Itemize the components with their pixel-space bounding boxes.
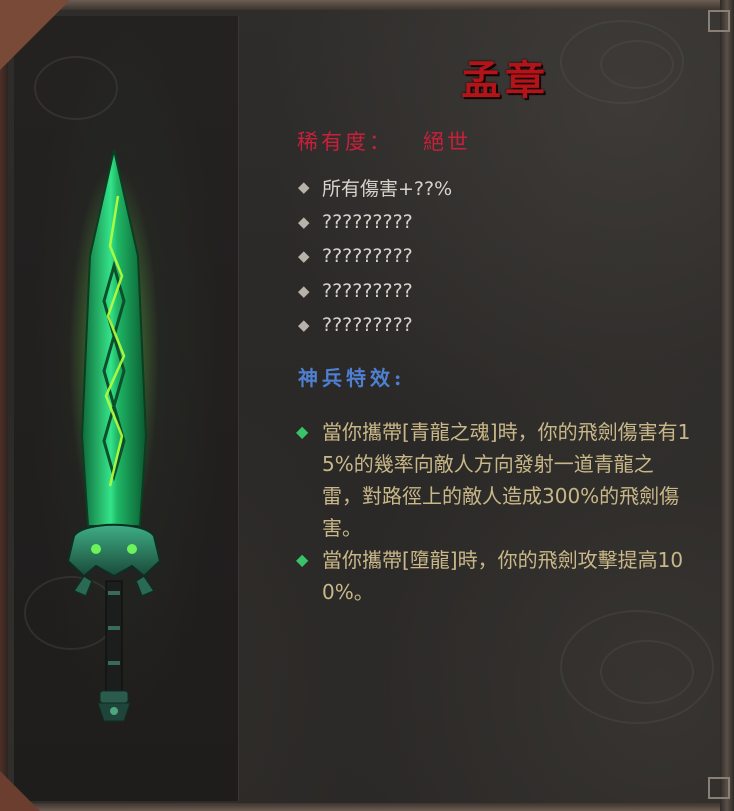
stat-text: ????????? <box>322 314 413 337</box>
item-detail-panel: 孟章 稀有度： 絕世 ◆ 所有傷害+??% ◆????????? ◆????????… <box>0 0 734 811</box>
frame-border-top <box>0 0 734 10</box>
frame-corner <box>0 0 70 70</box>
grey-diamond-icon: ◆ <box>298 212 310 231</box>
effect-item: ◆ 當你攜帶[青龍之魂]時，你的飛劍傷害有15%的幾率向敵人方向發射一道青龍之雷，… <box>296 416 696 544</box>
effect-text: 當你攜帶[青龍之魂]時，你的飛劍傷害有15%的幾率向敵人方向發射一道青龍之雷，對… <box>322 420 691 540</box>
frame-corner-knot <box>708 10 730 32</box>
grey-diamond-icon: ◆ <box>298 281 310 300</box>
effects-title: 神兵特效: <box>298 366 406 390</box>
effect-text: 當你攜帶[墮龍]時，你的飛劍攻擊提高100%。 <box>322 548 684 604</box>
rarity-row: 稀有度： 絕世 <box>297 126 471 156</box>
stat-list: ◆ 所有傷害+??% ◆????????? ◆????????? ◆???????… <box>298 170 452 343</box>
green-diamond-icon: ◆ <box>296 550 309 569</box>
frame-border-left <box>0 0 8 811</box>
rarity-value: 絕世 <box>423 130 471 154</box>
item-image-panel <box>14 16 239 801</box>
frame-border-right <box>720 0 734 811</box>
stat-item: ◆ 所有傷害+??% <box>298 170 452 205</box>
green-diamond-icon: ◆ <box>296 422 309 441</box>
cloud-ornament <box>600 40 674 89</box>
stat-text: ????????? <box>322 279 413 302</box>
effect-item: ◆ 當你攜帶[墮龍]時，你的飛劍攻擊提高100%。 <box>296 544 696 608</box>
effect-list: ◆ 當你攜帶[青龍之魂]時，你的飛劍傷害有15%的幾率向敵人方向發射一道青龍之雷，… <box>296 416 696 608</box>
green-jade-sword-icon <box>66 149 162 722</box>
stat-item: ◆????????? <box>298 205 452 240</box>
frame-border-bottom <box>0 803 734 811</box>
stat-text: 所有傷害+??% <box>322 177 453 200</box>
grey-diamond-icon: ◆ <box>298 247 310 266</box>
stat-item: ◆????????? <box>298 274 452 309</box>
rarity-label: 稀有度： <box>297 130 393 154</box>
stat-item: ◆????????? <box>298 308 452 343</box>
grey-diamond-icon: ◆ <box>298 316 310 335</box>
frame-corner <box>0 771 40 811</box>
item-name: 孟章 <box>461 57 549 104</box>
frame-corner-knot <box>708 777 730 799</box>
stat-text: ????????? <box>322 210 413 233</box>
stat-text: ????????? <box>322 245 413 268</box>
cloud-ornament <box>600 640 694 704</box>
grey-diamond-icon: ◆ <box>298 178 310 197</box>
stat-item: ◆????????? <box>298 239 452 274</box>
